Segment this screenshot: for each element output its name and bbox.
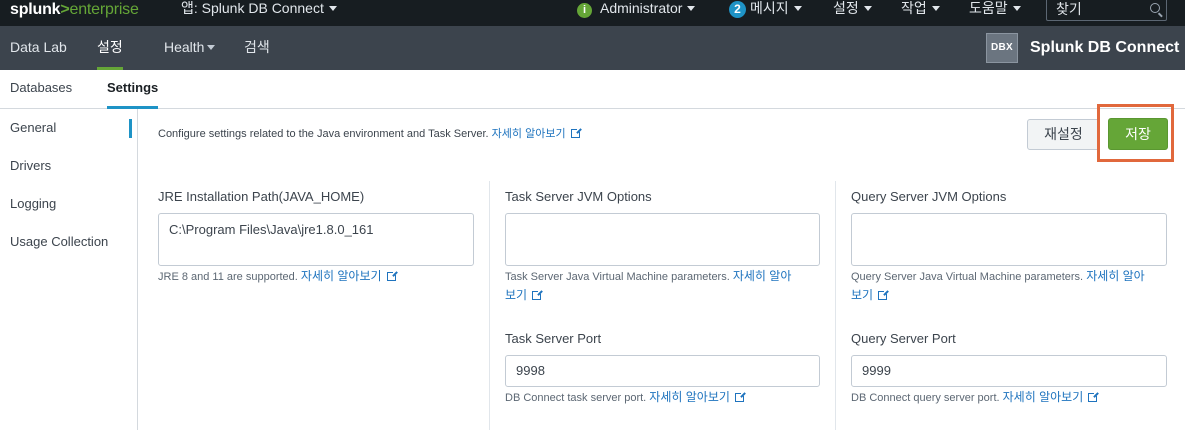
- learn-more-link[interactable]: 자세히 알아보기: [649, 390, 746, 404]
- search-input[interactable]: 찾기: [1046, 0, 1167, 21]
- learn-more-label: 자세히 알아보기: [649, 390, 730, 404]
- learn-more-label: 자세히 알아보기: [1002, 390, 1084, 404]
- messages-menu-label: 메시지: [750, 0, 789, 16]
- tab-settings[interactable]: Settings: [107, 70, 159, 109]
- query-port-help-text: DB Connect query server port.: [851, 392, 1000, 404]
- learn-more-label-part2: 보기: [851, 288, 874, 302]
- dbx-logo: DBX: [986, 33, 1018, 63]
- task-jvm-help: Task Server Java Virtual Machine paramet…: [505, 267, 823, 305]
- chevron-down-icon: [931, 6, 940, 11]
- jre-path-field[interactable]: C:\Program Files\Java\jre1.8.0_161: [158, 213, 474, 266]
- external-link-icon: [532, 289, 544, 300]
- nav-data-lab[interactable]: Data Lab: [10, 26, 67, 70]
- query-jvm-help: Query Server Java Virtual Machine parame…: [851, 267, 1171, 305]
- learn-more-link[interactable]: 자세히 알아보기: [491, 127, 582, 140]
- sidebar-item-drivers[interactable]: Drivers: [10, 158, 51, 173]
- settings-description: Configure settings related to the Java e…: [158, 125, 582, 141]
- task-jvm-help-text: Task Server Java Virtual Machine paramet…: [505, 271, 730, 283]
- external-link-icon: [386, 270, 398, 281]
- search-placeholder: 찾기: [1056, 1, 1082, 17]
- learn-more-label-part2: 보기: [505, 288, 528, 302]
- messages-menu[interactable]: 2 메시지: [729, 0, 802, 26]
- sidebar-item-usage-collection[interactable]: Usage Collection: [10, 234, 108, 249]
- column-divider: [489, 181, 490, 430]
- chevron-down-icon: [1012, 6, 1021, 11]
- query-port-help: DB Connect query server port. 자세히 알아보기: [851, 388, 1171, 407]
- activity-menu-label: 작업: [901, 0, 927, 16]
- help-menu[interactable]: 도움말: [969, 0, 1021, 26]
- task-jvm-label: Task Server JVM Options: [505, 189, 652, 204]
- subtabs: Databases Settings: [0, 70, 1185, 109]
- sidebar-item-general[interactable]: General: [10, 120, 56, 135]
- task-port-label: Task Server Port: [505, 331, 602, 346]
- learn-more-link[interactable]: 자세히 알아보기: [1002, 390, 1100, 404]
- splunk-logo[interactable]: splunk>enterprise: [10, 1, 139, 19]
- learn-more-label-part1: 자세히 알아: [1086, 269, 1145, 283]
- messages-count-badge: 2: [729, 1, 746, 18]
- app-bar: Data Lab 설정 Health 검색 DBX Splunk DB Conn…: [0, 26, 1185, 70]
- task-port-field[interactable]: 9998: [505, 355, 820, 387]
- jre-path-help: JRE 8 and 11 are supported. 자세히 알아보기: [158, 267, 478, 286]
- app-menu[interactable]: 앱: Splunk DB Connect: [181, 0, 337, 26]
- sidebar-active-indicator: [129, 119, 132, 138]
- jre-help-text: JRE 8 and 11 are supported.: [158, 271, 298, 283]
- task-port-value: 9998: [516, 363, 545, 378]
- logo-enterprise-text: enterprise: [69, 1, 139, 18]
- reset-button[interactable]: 재설정: [1027, 119, 1100, 150]
- activity-menu[interactable]: 작업: [901, 0, 940, 26]
- save-button[interactable]: 저장: [1108, 118, 1168, 150]
- external-link-icon: [1088, 391, 1100, 402]
- learn-more-label-part1: 자세히 알아: [732, 269, 792, 283]
- user-menu[interactable]: i Administrator: [577, 0, 696, 26]
- logo-splunk-text: splunk: [10, 1, 61, 18]
- user-menu-label: Administrator: [600, 0, 683, 16]
- search-icon[interactable]: [1150, 3, 1160, 13]
- query-jvm-help-text: Query Server Java Virtual Machine parame…: [851, 271, 1084, 283]
- description-text: Configure settings related to the Java e…: [158, 128, 489, 140]
- nav-health-label: Health: [164, 39, 205, 55]
- query-jvm-options-field[interactable]: [851, 213, 1167, 266]
- task-jvm-options-field[interactable]: [505, 213, 820, 266]
- nav-settings[interactable]: 설정: [97, 26, 123, 70]
- external-link-icon: [734, 391, 746, 402]
- query-port-label: Query Server Port: [851, 331, 956, 346]
- external-link-icon: [570, 127, 582, 138]
- query-port-value: 9999: [862, 363, 891, 378]
- column-divider: [835, 181, 836, 430]
- learn-more-link[interactable]: 자세히 알아보기: [300, 269, 398, 283]
- jre-path-value: C:\Program Files\Java\jre1.8.0_161: [169, 222, 374, 237]
- query-jvm-label: Query Server JVM Options: [851, 189, 1007, 204]
- logo-gt-text: >: [60, 1, 70, 18]
- chevron-down-icon: [793, 6, 802, 11]
- learn-more-label: 자세히 알아보기: [491, 128, 566, 140]
- chevron-down-icon: [687, 6, 696, 11]
- sidebar-item-logging[interactable]: Logging: [10, 196, 56, 211]
- app-title: Splunk DB Connect: [1030, 39, 1180, 56]
- external-link-icon: [878, 289, 890, 300]
- info-icon: i: [577, 3, 592, 18]
- settings-sidebar: General Drivers Logging Usage Collection: [0, 109, 138, 430]
- nav-search[interactable]: 검색: [244, 26, 270, 70]
- query-port-field[interactable]: 9999: [851, 355, 1167, 387]
- chevron-down-icon: [863, 6, 872, 11]
- learn-more-label: 자세히 알아보기: [300, 269, 382, 283]
- top-bar: splunk>enterprise 앱: Splunk DB Connect i…: [0, 0, 1185, 26]
- chevron-down-icon: [328, 6, 337, 11]
- task-port-help-text: DB Connect task server port.: [505, 392, 647, 404]
- settings-menu-label: 설정: [833, 0, 859, 16]
- task-port-help: DB Connect task server port. 자세히 알아보기: [505, 388, 823, 407]
- help-menu-label: 도움말: [969, 0, 1008, 16]
- jre-path-label: JRE Installation Path(JAVA_HOME): [158, 189, 365, 204]
- nav-health[interactable]: Health: [164, 26, 216, 70]
- chevron-down-icon: [207, 45, 216, 50]
- tab-databases[interactable]: Databases: [10, 70, 72, 109]
- app-menu-label: 앱: Splunk DB Connect: [181, 0, 324, 16]
- settings-menu[interactable]: 설정: [833, 0, 872, 26]
